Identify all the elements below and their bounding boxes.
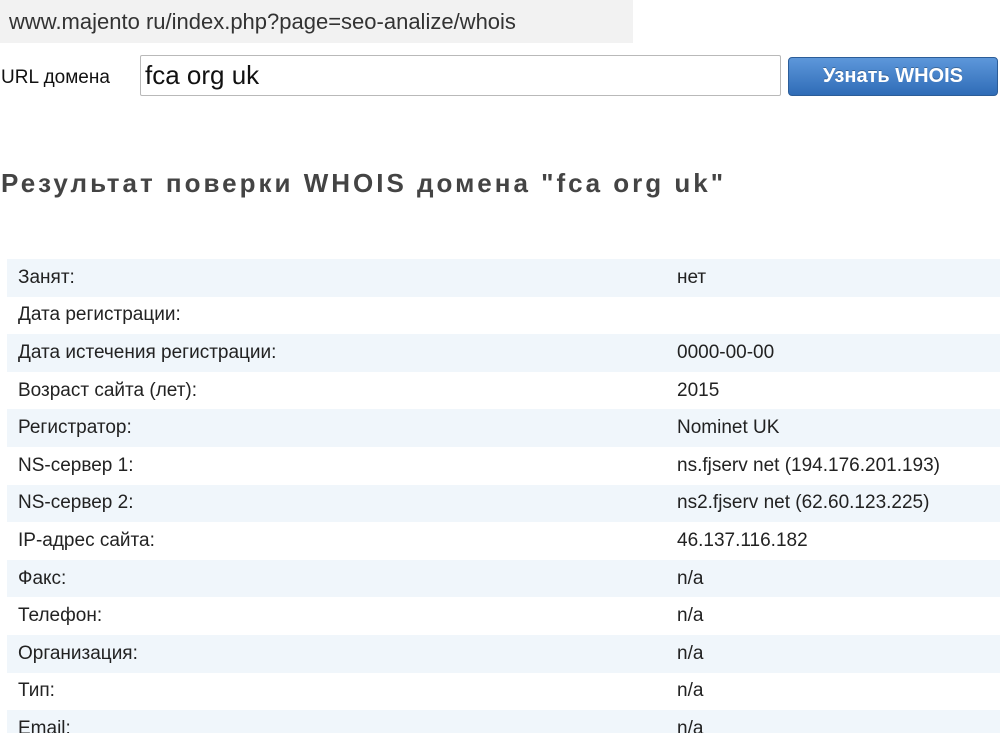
row-key: Факс: [7, 559, 663, 598]
row-key: NS-сервер 1: [18, 454, 134, 476]
row-value [663, 297, 1000, 335]
whois-form: URL домена Узнать WHOIS [0, 55, 1000, 99]
row-key: IP-адрес сайта: [18, 529, 155, 551]
row-value: n/a [677, 605, 704, 627]
table-row: Регистратор: Nominet UK [7, 409, 1000, 447]
domain-url-label: URL домена [1, 67, 110, 88]
row-value: n/a [663, 559, 1000, 598]
table-row: Дата регистрации: [7, 297, 1000, 335]
row-key: Возраст сайта (лет): [18, 379, 198, 401]
row-value: n/a [663, 710, 1000, 733]
url-text: www.majento ru/index.php?page=seo-analiz… [9, 9, 516, 34]
table-row: IP-адрес сайта: 46.137.116.182 [7, 522, 1000, 560]
table-row: Телефон: n/a [7, 597, 1000, 635]
row-key: Занят: [7, 259, 663, 297]
row-key: Email: [7, 710, 663, 733]
page: www.majento ru/index.php?page=seo-analiz… [0, 0, 1000, 733]
row-value: n/a [677, 680, 704, 702]
domain-url-input[interactable] [140, 55, 781, 96]
row-value: 0000-00-00 [663, 334, 1000, 372]
whois-result-table: Занят: нет Дата регистрации: Дата истече… [7, 259, 1000, 733]
row-value: ns2.fjserv net (62.60.123.225) [663, 484, 1000, 523]
result-title: Результат поверки WHOIS домена "fca org … [1, 168, 727, 198]
row-key: Регистратор: [7, 409, 663, 447]
table-row: NS-сервер 1: ns.fjserv net (194.176.201.… [7, 447, 1000, 485]
table-row: Занят: нет [7, 259, 1000, 297]
table-row: NS-сервер 2: ns2.fjserv net (62.60.123.2… [7, 484, 1000, 523]
row-key: Телефон: [18, 605, 103, 627]
row-key: Организация: [7, 634, 663, 673]
table-row: Факс: n/a [7, 559, 1000, 598]
row-value: Nominet UK [663, 409, 1000, 447]
row-value: 46.137.116.182 [677, 529, 808, 551]
row-value: 2015 [677, 379, 720, 401]
check-whois-button[interactable]: Узнать WHOIS [788, 57, 998, 96]
table-row: Организация: n/a [7, 634, 1000, 673]
row-value: ns.fjserv net (194.176.201.193) [677, 454, 941, 476]
table-row: Возраст сайта (лет): 2015 [7, 372, 1000, 410]
table-row: Email: n/a [7, 710, 1000, 733]
row-value: n/a [663, 634, 1000, 673]
row-key: Дата регистрации: [18, 304, 181, 326]
table-row: Тип: n/a [7, 673, 1000, 711]
row-key: NS-сервер 2: [7, 484, 663, 523]
address-bar[interactable]: www.majento ru/index.php?page=seo-analiz… [0, 0, 633, 43]
row-value: нет [663, 259, 1000, 297]
row-key: Дата истечения регистрации: [7, 334, 663, 372]
row-key: Тип: [18, 680, 55, 702]
table-row: Дата истечения регистрации: 0000-00-00 [7, 334, 1000, 372]
